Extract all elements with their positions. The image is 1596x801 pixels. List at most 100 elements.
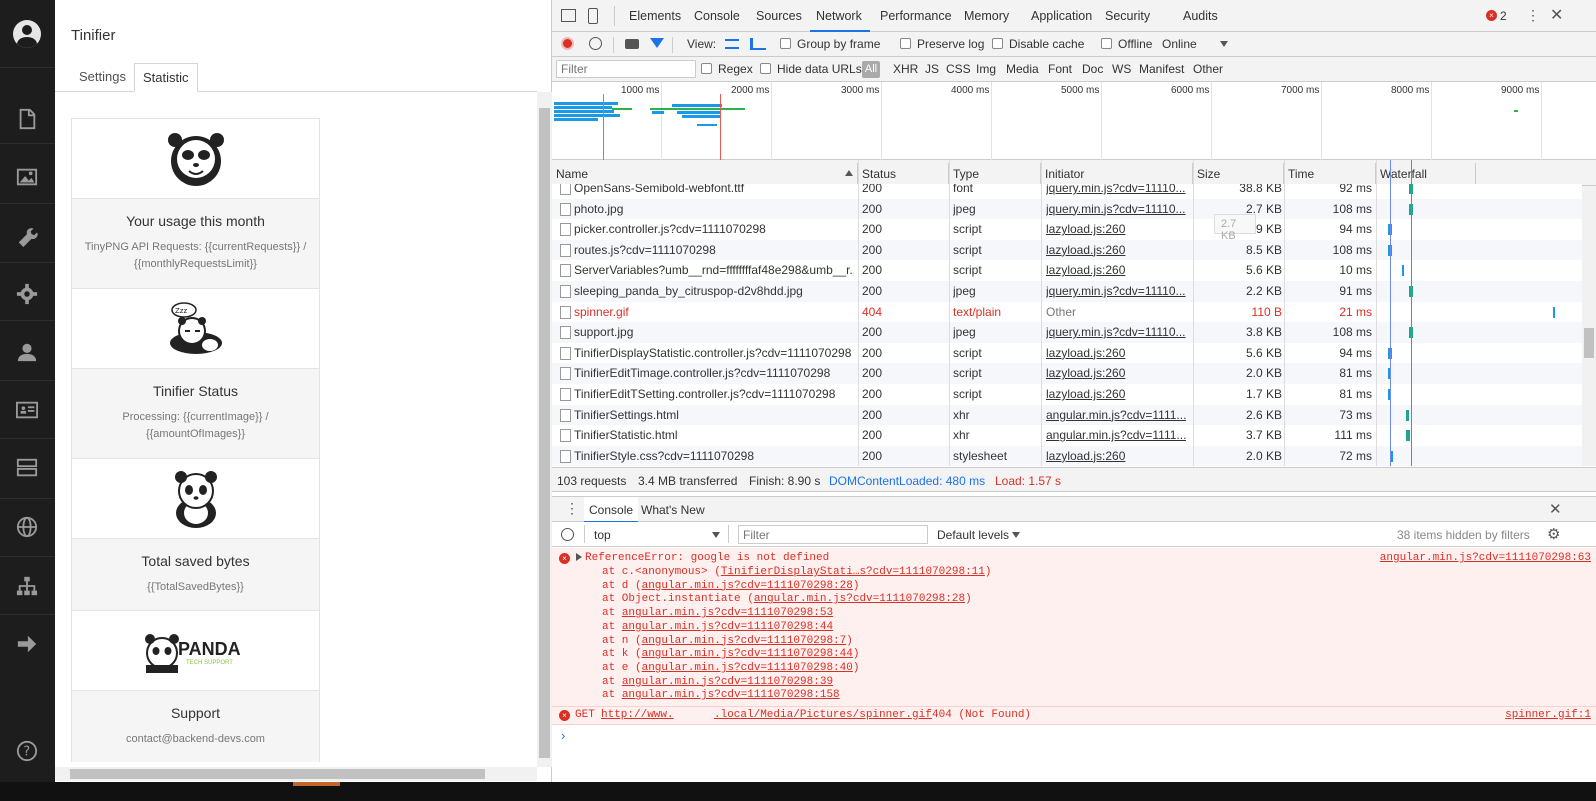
error-url-end[interactable]: .local/Media/Pictures/spinner.gif [714, 709, 932, 721]
request-initiator[interactable]: lazyload.js:260 [1046, 366, 1186, 380]
column-size[interactable]: Size [1193, 163, 1284, 185]
request-row[interactable]: sleeping_panda_by_citruspop-d2v8hdd.jpg 2… [552, 281, 1582, 302]
tab-network[interactable]: Network [816, 9, 862, 23]
error-source-link[interactable]: spinner.gif:1 [1505, 709, 1591, 721]
regex-checkbox[interactable] [701, 63, 712, 74]
request-initiator[interactable]: angular.min.js?cdv=1111... [1046, 428, 1186, 442]
group-by-frame-checkbox[interactable] [780, 38, 791, 49]
tab-elements[interactable]: Elements [629, 9, 681, 23]
tab-settings[interactable]: Settings [71, 63, 134, 92]
request-row[interactable]: TinifierStyle.css?cdv=1111070298 200 style… [552, 445, 1582, 466]
console-settings-icon[interactable]: ⚙ [1547, 525, 1560, 543]
record-icon[interactable] [561, 37, 574, 50]
request-initiator[interactable]: jquery.min.js?cdv=11110... [1046, 325, 1186, 339]
chevron-down-icon[interactable] [1220, 41, 1228, 47]
drawer-tab-console[interactable]: Console [584, 497, 639, 523]
stack-link[interactable]: angular.min.js?cdv=1111070298:44 [642, 648, 853, 660]
large-rows-icon[interactable] [725, 39, 739, 49]
request-initiator[interactable]: lazyload.js:260 [1046, 243, 1186, 257]
filter-type-js[interactable]: JS [925, 62, 939, 76]
request-row[interactable]: photo.jpg 200 jpeg jquery.min.js?cdv=11110.… [552, 198, 1582, 220]
more-menu-icon[interactable]: ⋮ [1526, 7, 1540, 24]
tab-console[interactable]: Console [694, 9, 740, 23]
tab-sources[interactable]: Sources [756, 9, 802, 23]
stack-link[interactable]: angular.min.js?cdv=1111070298:39 [622, 676, 833, 688]
network-overview[interactable]: 1000 ms 2000 ms 3000 ms 4000 ms 5000 ms 6000 … [552, 82, 1596, 160]
stack-link[interactable]: angular.min.js?cdv=1111070298:28 [754, 593, 965, 605]
chevron-down-icon[interactable] [1012, 532, 1020, 538]
close-devtools-icon[interactable]: ✕ [1550, 5, 1563, 25]
person-icon[interactable] [16, 341, 38, 363]
overview-icon[interactable] [750, 38, 766, 50]
request-row[interactable]: routes.js?cdv=1111070298 200 script lazyloa… [552, 239, 1582, 261]
column-name[interactable]: Name [552, 163, 858, 185]
filter-type-doc[interactable]: Doc [1082, 62, 1103, 76]
sitemap-icon[interactable] [16, 575, 38, 597]
stack-link[interactable]: angular.min.js?cdv=1111070298:44 [622, 621, 833, 633]
error-count[interactable]: 2 [1500, 9, 1507, 23]
stack-link[interactable]: angular.min.js?cdv=1111070298:53 [622, 607, 833, 619]
request-initiator[interactable]: jquery.min.js?cdv=11110... [1046, 202, 1186, 216]
capture-screenshots-icon[interactable] [625, 39, 639, 49]
stack-link[interactable]: angular.min.js?cdv=1111070298:40 [642, 662, 853, 674]
request-initiator[interactable]: lazyload.js:260 [1046, 263, 1186, 277]
console-input[interactable] [576, 727, 1566, 743]
column-initiator[interactable]: Initiator [1041, 163, 1193, 185]
clear-icon[interactable] [589, 37, 602, 50]
server-icon[interactable] [16, 457, 38, 479]
filter-icon[interactable] [650, 38, 664, 48]
request-row[interactable]: TinifierDisplayStatistic.controller.js?c… [552, 342, 1582, 364]
globe-icon[interactable] [16, 516, 38, 538]
filter-type-manifest[interactable]: Manifest [1139, 62, 1184, 76]
user-avatar-icon[interactable] [13, 20, 41, 48]
request-initiator[interactable]: lazyload.js:260 [1046, 346, 1186, 360]
panel-horizontal-scrollbar[interactable] [55, 767, 537, 781]
close-drawer-icon[interactable]: ✕ [1549, 500, 1562, 518]
filter-type-all[interactable]: All [862, 61, 880, 78]
tab-security[interactable]: Security [1105, 9, 1150, 23]
filter-type-ws[interactable]: WS [1112, 62, 1131, 76]
scrollbar-thumb[interactable] [70, 769, 485, 779]
document-icon[interactable] [16, 108, 38, 130]
request-row[interactable]: ServerVariables?umb__rnd=ffffffffaf48e29… [552, 260, 1582, 281]
request-list-scrollbar[interactable] [1582, 186, 1596, 466]
network-filter-input[interactable] [556, 60, 696, 78]
request-row[interactable]: support.jpg 200 jpeg jquery.min.js?cdv=1111… [552, 322, 1582, 343]
filter-type-img[interactable]: Img [976, 62, 996, 76]
request-initiator[interactable]: lazyload.js:260 [1046, 387, 1186, 401]
request-initiator[interactable]: jquery.min.js?cdv=11110... [1046, 184, 1186, 195]
arrow-right-icon[interactable] [16, 633, 38, 655]
wrench-icon[interactable] [16, 225, 38, 247]
disable-cache-checkbox[interactable] [992, 38, 1003, 49]
panel-vertical-scrollbar[interactable] [537, 92, 552, 767]
request-initiator[interactable]: jquery.min.js?cdv=11110... [1046, 284, 1186, 298]
error-url-start[interactable]: http://www. [601, 709, 674, 721]
id-card-icon[interactable] [16, 399, 38, 421]
request-row[interactable]: TinifierSettings.html 200 xhr angular.min.j… [552, 404, 1582, 426]
request-row[interactable]: spinner.gif 404 text/plain Other 110 B 21 ms [552, 301, 1582, 323]
log-levels-select[interactable]: Default levels [937, 528, 1009, 542]
device-toolbar-icon[interactable] [588, 8, 598, 24]
tab-statistic[interactable]: Statistic [134, 63, 198, 92]
console-filter-input[interactable] [738, 525, 928, 544]
inspect-element-icon[interactable] [561, 9, 576, 22]
filter-type-other[interactable]: Other [1193, 62, 1223, 76]
hide-data-urls-checkbox[interactable] [760, 63, 771, 74]
request-row[interactable]: TinifierEditTSetting.controller.js?cdv=1… [552, 384, 1582, 405]
stack-link[interactable]: angular.min.js?cdv=1111070298:7 [642, 635, 847, 647]
error-badge-icon[interactable]: × [1486, 10, 1497, 21]
context-select[interactable]: top [594, 528, 611, 542]
offline-checkbox[interactable] [1101, 38, 1112, 49]
console-prompt-icon[interactable]: › [561, 728, 565, 743]
drawer-tab-whats-new[interactable]: What's New [641, 503, 705, 517]
tab-audits[interactable]: Audits [1183, 9, 1218, 23]
stack-link[interactable]: angular.min.js?cdv=1111070298:28 [642, 580, 853, 592]
scrollbar-thumb[interactable] [1584, 328, 1594, 358]
request-initiator[interactable]: lazyload.js:260 [1046, 449, 1186, 463]
filter-type-font[interactable]: Font [1048, 62, 1072, 76]
image-icon[interactable] [16, 166, 38, 188]
tab-memory[interactable]: Memory [964, 9, 1009, 23]
clear-console-icon[interactable] [561, 528, 574, 541]
tab-application[interactable]: Application [1031, 9, 1092, 23]
column-time[interactable]: Time [1284, 163, 1376, 185]
